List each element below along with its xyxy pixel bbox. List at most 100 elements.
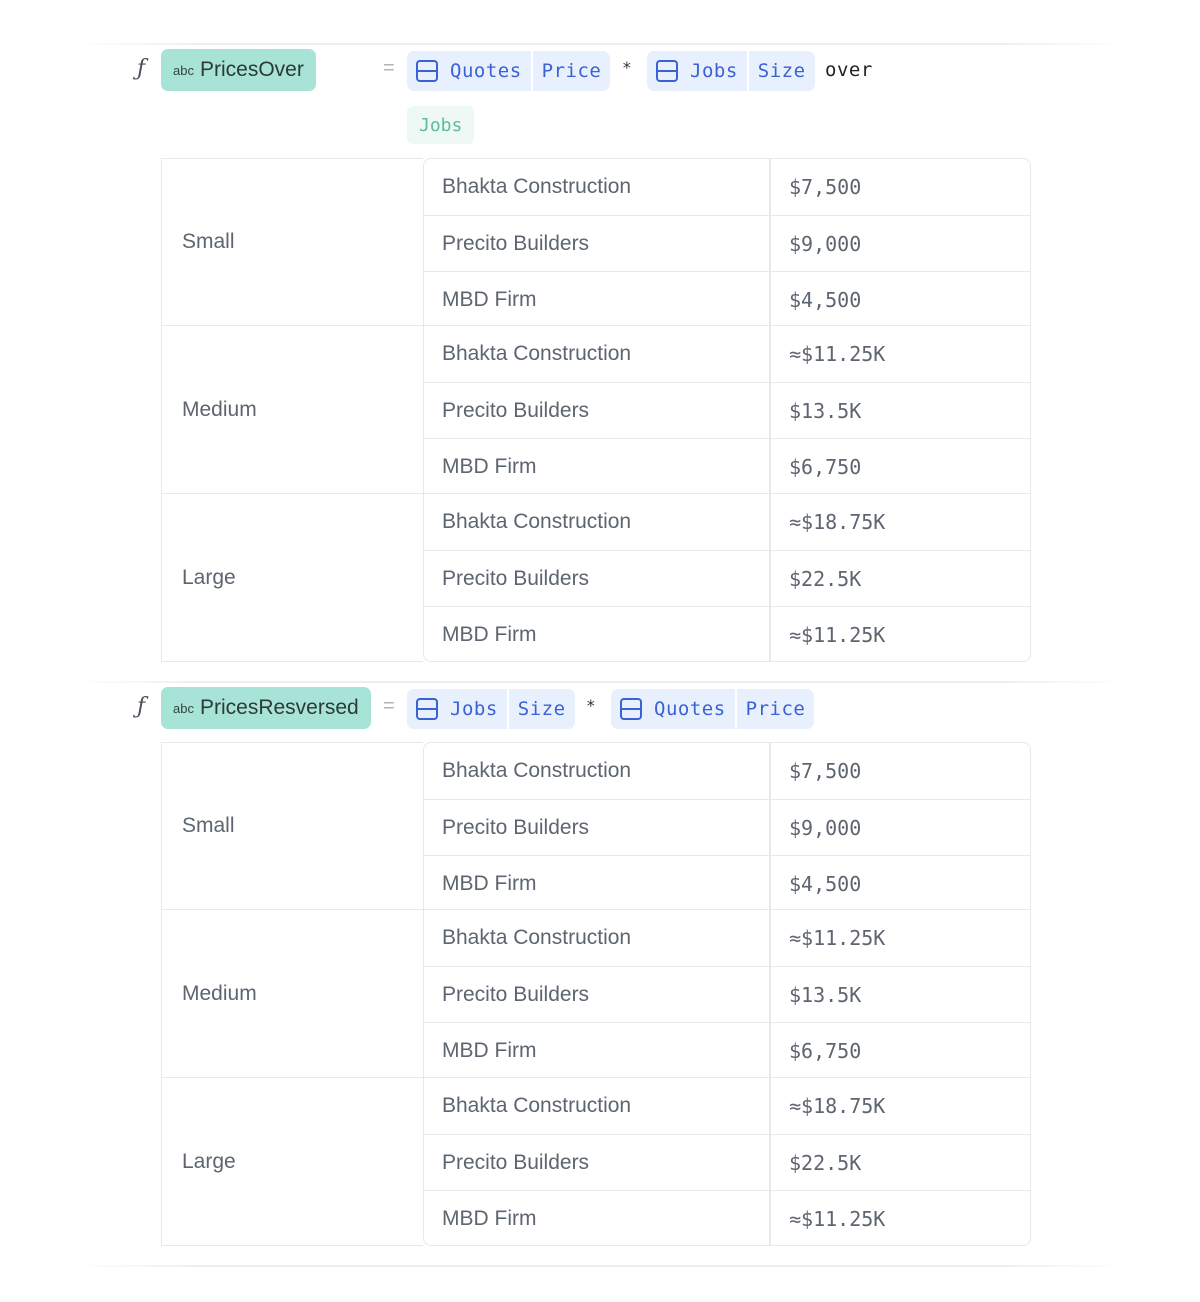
column-name[interactable]: Size bbox=[746, 51, 815, 91]
function-icon: ƒ bbox=[137, 56, 146, 81]
value-cell: $22.5K bbox=[789, 1150, 862, 1175]
size-label: Small bbox=[161, 742, 423, 910]
value-cell: $9,000 bbox=[789, 815, 862, 840]
table-reference[interactable]: Quotes bbox=[611, 689, 735, 729]
variable-name-chip[interactable]: abc PricesOver bbox=[161, 49, 316, 91]
company-cell: MBD Firm bbox=[424, 1191, 771, 1246]
table-row: MBD Firm $4,500 bbox=[424, 855, 1030, 911]
size-group: Medium Bhakta Construction ≈$11.25K Preci… bbox=[161, 910, 1031, 1078]
sub-table: Bhakta Construction ≈$11.25K Precito Buil… bbox=[423, 326, 1031, 494]
size-label: Large bbox=[161, 494, 423, 662]
value-cell: $6,750 bbox=[789, 454, 862, 479]
equals-sign: = bbox=[383, 57, 395, 79]
table-reference[interactable]: Jobs bbox=[647, 51, 747, 91]
company-cell: Bhakta Construction bbox=[424, 159, 771, 215]
size-group: Medium Bhakta Construction ≈$11.25K Preci… bbox=[161, 326, 1031, 494]
company-cell: Bhakta Construction bbox=[424, 494, 771, 550]
company-cell: Bhakta Construction bbox=[424, 910, 771, 966]
result-table: Small Bhakta Construction $7,500 Precito … bbox=[161, 742, 1031, 1246]
table-row: Bhakta Construction ≈$18.75K bbox=[424, 1078, 1030, 1134]
company-cell: MBD Firm bbox=[424, 1023, 771, 1078]
company-cell: Precito Builders bbox=[424, 383, 771, 438]
company-cell: Precito Builders bbox=[424, 216, 771, 271]
table-icon bbox=[656, 60, 678, 82]
company-cell: Precito Builders bbox=[424, 967, 771, 1022]
sub-table: Bhakta Construction $7,500 Precito Builde… bbox=[423, 158, 1031, 327]
value-cell: $13.5K bbox=[789, 398, 862, 423]
table-reference[interactable]: Jobs bbox=[407, 689, 507, 729]
table-row: MBD Firm $6,750 bbox=[424, 1022, 1030, 1078]
variable-name[interactable]: PricesResversed bbox=[200, 696, 359, 720]
value-cell: ≈$11.25K bbox=[789, 342, 886, 366]
table-row: Bhakta Construction ≈$18.75K bbox=[424, 494, 1030, 550]
column-reference[interactable]: Jobs Size bbox=[407, 689, 575, 729]
divider bbox=[75, 1265, 1125, 1267]
text-type-icon: abc bbox=[173, 62, 194, 78]
company-cell: Precito Builders bbox=[424, 800, 771, 855]
function-icon: ƒ bbox=[137, 694, 146, 719]
table-icon bbox=[416, 698, 438, 720]
value-cell: ≈$18.75K bbox=[789, 510, 886, 534]
company-cell: MBD Firm bbox=[424, 272, 771, 327]
size-label: Medium bbox=[161, 326, 423, 494]
multiply-operator: * bbox=[622, 58, 632, 77]
size-group: Large Bhakta Construction ≈$18.75K Precit… bbox=[161, 494, 1031, 662]
company-cell: MBD Firm bbox=[424, 856, 771, 911]
value-cell: $4,500 bbox=[789, 871, 862, 896]
sub-table: Bhakta Construction $7,500 Precito Builde… bbox=[423, 742, 1031, 911]
column-name[interactable]: Price bbox=[530, 51, 611, 91]
table-row: Bhakta Construction ≈$11.25K bbox=[424, 910, 1030, 966]
value-cell: ≈$11.25K bbox=[789, 622, 886, 647]
sub-table: Bhakta Construction ≈$18.75K Precito Buil… bbox=[423, 494, 1031, 662]
variable-name-chip[interactable]: abc PricesResversed bbox=[161, 687, 371, 729]
value-cell: ≈$18.75K bbox=[789, 1094, 886, 1118]
divider bbox=[75, 43, 1125, 45]
company-cell: MBD Firm bbox=[424, 607, 771, 662]
table-row: Precito Builders $22.5K bbox=[424, 1134, 1030, 1190]
table-row: Bhakta Construction $7,500 bbox=[424, 159, 1030, 215]
size-label: Large bbox=[161, 1078, 423, 1246]
column-reference[interactable]: Jobs Size bbox=[647, 51, 815, 91]
table-row: MBD Firm $4,500 bbox=[424, 271, 1030, 327]
value-cell: $6,750 bbox=[789, 1038, 862, 1063]
value-cell: $13.5K bbox=[789, 982, 862, 1007]
table-row: Precito Builders $22.5K bbox=[424, 550, 1030, 606]
company-cell: Precito Builders bbox=[424, 551, 771, 606]
value-cell: ≈$11.25K bbox=[789, 1206, 886, 1231]
value-cell: $7,500 bbox=[789, 759, 862, 783]
table-row: MBD Firm ≈$11.25K bbox=[424, 1190, 1030, 1246]
size-group: Small Bhakta Construction $7,500 Precito … bbox=[161, 158, 1031, 327]
table-icon bbox=[416, 60, 438, 82]
column-reference[interactable]: Quotes Price bbox=[407, 51, 611, 91]
sub-table: Bhakta Construction ≈$11.25K Precito Buil… bbox=[423, 910, 1031, 1078]
variable-name[interactable]: PricesOver bbox=[200, 58, 304, 82]
column-name[interactable]: Price bbox=[734, 689, 815, 729]
value-cell: $4,500 bbox=[789, 287, 862, 312]
table-row: Bhakta Construction $7,500 bbox=[424, 743, 1030, 799]
table-row: Precito Builders $9,000 bbox=[424, 215, 1030, 271]
table-name: Quotes bbox=[450, 60, 522, 82]
sub-table: Bhakta Construction ≈$18.75K Precito Buil… bbox=[423, 1078, 1031, 1246]
size-group: Large Bhakta Construction ≈$18.75K Precit… bbox=[161, 1078, 1031, 1246]
multiply-operator: * bbox=[586, 696, 596, 715]
equals-sign: = bbox=[383, 695, 395, 717]
table-reference[interactable]: Quotes bbox=[407, 51, 531, 91]
column-name[interactable]: Size bbox=[506, 689, 575, 729]
text-type-icon: abc bbox=[173, 700, 194, 716]
table-row: Precito Builders $13.5K bbox=[424, 382, 1030, 438]
size-group: Small Bhakta Construction $7,500 Precito … bbox=[161, 742, 1031, 911]
table-row: Precito Builders $9,000 bbox=[424, 799, 1030, 855]
company-cell: Bhakta Construction bbox=[424, 1078, 771, 1134]
company-cell: MBD Firm bbox=[424, 439, 771, 494]
value-cell: $9,000 bbox=[789, 231, 862, 256]
table-row: MBD Firm ≈$11.25K bbox=[424, 606, 1030, 662]
column-reference[interactable]: Quotes Price bbox=[611, 689, 815, 729]
company-cell: Precito Builders bbox=[424, 1135, 771, 1190]
over-keyword: over bbox=[825, 59, 873, 81]
over-table-reference[interactable]: Jobs bbox=[407, 106, 475, 144]
size-label: Small bbox=[161, 158, 423, 326]
value-cell: ≈$11.25K bbox=[789, 926, 886, 950]
company-cell: Bhakta Construction bbox=[424, 743, 771, 799]
table-name: Quotes bbox=[654, 698, 726, 720]
table-row: Precito Builders $13.5K bbox=[424, 966, 1030, 1022]
